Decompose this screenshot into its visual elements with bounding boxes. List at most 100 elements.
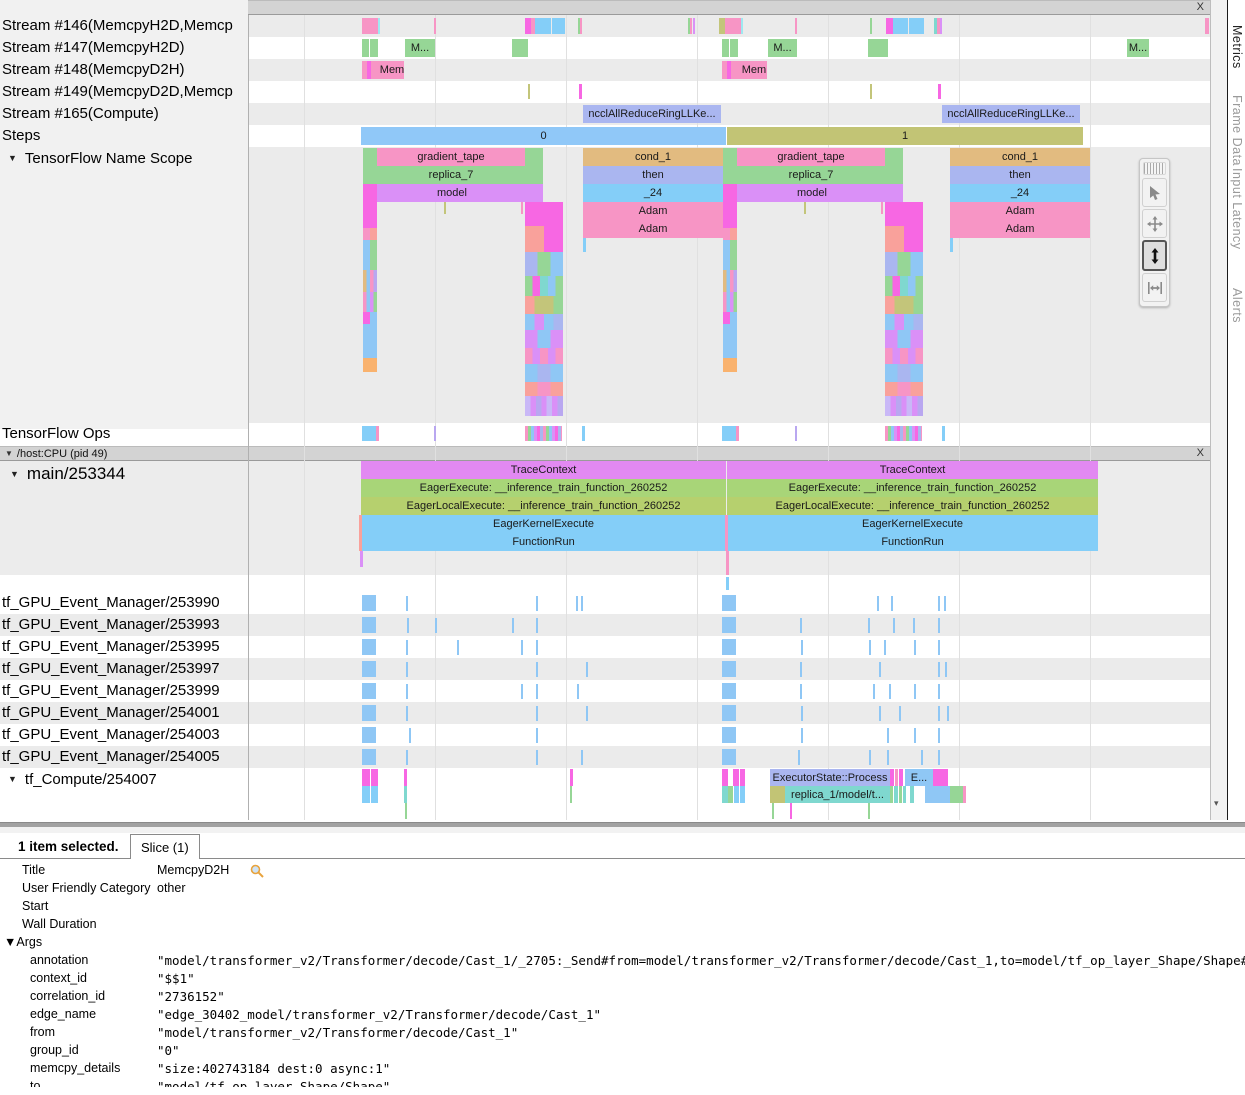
trace-event[interactable] <box>363 292 377 312</box>
trace-event[interactable] <box>885 252 923 276</box>
trace-event[interactable] <box>801 706 803 721</box>
trace-event[interactable] <box>378 18 380 34</box>
trace-event[interactable] <box>362 705 376 721</box>
trace-event[interactable] <box>722 769 728 786</box>
trace-event[interactable] <box>723 358 737 372</box>
trace-event[interactable] <box>801 640 803 655</box>
sidebar-tab-alerts[interactable]: Alerts <box>1230 288 1244 323</box>
trace-event[interactable] <box>536 618 538 633</box>
trace-event[interactable] <box>362 661 376 677</box>
trace-event[interactable] <box>885 348 923 364</box>
trace-event[interactable] <box>879 706 881 721</box>
trace-event[interactable] <box>371 769 378 786</box>
trace-event[interactable] <box>726 577 729 590</box>
trace-event[interactable] <box>899 706 901 721</box>
trace-event[interactable] <box>800 684 802 699</box>
trace-event--24[interactable]: _24 <box>950 184 1090 202</box>
trace-event[interactable] <box>536 728 538 743</box>
trace-event-cond-1[interactable]: cond_1 <box>950 148 1090 166</box>
trace-event[interactable] <box>885 330 923 348</box>
pan-tool-button[interactable] <box>1142 209 1167 238</box>
track-label-name-scope[interactable]: ▼TensorFlow Name Scope <box>2 150 246 170</box>
trace-event-then[interactable]: then <box>583 166 723 184</box>
trace-event[interactable] <box>870 84 872 99</box>
trace-event[interactable] <box>795 426 797 441</box>
trace-event[interactable] <box>885 314 923 330</box>
trace-event[interactable] <box>963 786 966 803</box>
trace-event-mem[interactable]: Mem <box>741 61 767 79</box>
sidebar-tab-frame-data[interactable]: Frame Data <box>1230 95 1244 166</box>
trace-event[interactable] <box>371 786 378 803</box>
trace-event[interactable] <box>360 551 363 567</box>
trace-event[interactable] <box>583 238 586 252</box>
trace-event[interactable] <box>362 769 370 786</box>
trace-event[interactable] <box>722 426 736 441</box>
trace-event[interactable] <box>363 166 377 184</box>
trace-event[interactable] <box>434 18 436 34</box>
trace-event[interactable] <box>525 382 563 396</box>
trace-event[interactable] <box>885 426 922 441</box>
trace-event[interactable] <box>722 639 736 655</box>
label-column-divider[interactable] <box>248 15 249 820</box>
trace-event[interactable] <box>885 202 923 226</box>
trace-event[interactable] <box>887 750 889 765</box>
trace-event[interactable] <box>899 769 903 786</box>
trace-event[interactable] <box>885 382 923 396</box>
trace-event[interactable] <box>359 515 362 551</box>
trace-event[interactable] <box>525 364 563 382</box>
scroll-down-icon[interactable]: ▾ <box>1214 798 1219 809</box>
trace-event[interactable] <box>909 18 924 34</box>
trace-event[interactable] <box>580 18 582 34</box>
trace-event[interactable] <box>570 769 573 786</box>
trace-event-replica-7[interactable]: replica_7 <box>377 166 525 184</box>
trace-event[interactable] <box>362 18 378 34</box>
trace-event[interactable] <box>1205 18 1209 34</box>
trace-event[interactable] <box>512 39 528 57</box>
trace-event[interactable] <box>887 728 889 743</box>
vertical-scroll-gutter[interactable]: ▾ <box>1211 0 1227 833</box>
trace-event[interactable] <box>944 596 946 611</box>
trace-event[interactable] <box>370 39 378 57</box>
trace-event[interactable] <box>722 661 736 677</box>
trace-event[interactable] <box>945 662 947 677</box>
trace-event[interactable] <box>363 184 377 202</box>
trace-event-m-[interactable]: M... <box>1127 39 1149 57</box>
trace-event-model[interactable]: model <box>377 184 527 202</box>
trace-event[interactable] <box>525 202 563 226</box>
trace-event-m-[interactable]: M... <box>768 39 797 57</box>
trace-event[interactable] <box>409 728 411 743</box>
trace-event[interactable] <box>868 39 888 57</box>
trace-event[interactable] <box>363 270 377 292</box>
trace-event[interactable] <box>525 348 563 364</box>
trace-event-then[interactable]: then <box>950 166 1090 184</box>
panel-splitter[interactable] <box>0 820 1245 833</box>
trace-event[interactable] <box>371 61 380 79</box>
trace-event-eagerkernelexecute[interactable]: EagerKernelExecute <box>361 515 726 533</box>
trace-event[interactable] <box>731 61 741 79</box>
trace-event-eagerexecute-inference-train-function-260252[interactable]: EagerExecute: __inference_train_function… <box>727 479 1098 497</box>
magnifier-icon[interactable] <box>250 864 264 878</box>
trace-event[interactable] <box>435 618 437 633</box>
trace-event[interactable] <box>790 803 792 819</box>
trace-event[interactable] <box>950 238 953 252</box>
trace-event[interactable] <box>722 39 729 57</box>
trace-event-mem[interactable]: Mem <box>380 61 404 79</box>
trace-event-tracecontext[interactable]: TraceContext <box>727 461 1098 479</box>
trace-event[interactable] <box>723 312 737 324</box>
trace-event[interactable] <box>362 639 376 655</box>
trace-event[interactable] <box>868 618 870 633</box>
trace-event[interactable] <box>879 662 881 677</box>
collapse-arrow-icon[interactable]: ▼ <box>8 774 17 784</box>
trace-event[interactable] <box>723 166 737 184</box>
trace-event[interactable] <box>525 330 563 348</box>
trace-event[interactable] <box>736 426 739 441</box>
trace-event[interactable] <box>723 292 737 312</box>
trace-event[interactable] <box>536 596 538 611</box>
trace-event[interactable] <box>895 769 898 786</box>
trace-event[interactable] <box>525 426 562 441</box>
trace-event[interactable] <box>579 84 582 99</box>
trace-event[interactable] <box>741 18 743 34</box>
trace-event-e-[interactable]: E... <box>905 769 933 786</box>
trace-event[interactable] <box>885 276 923 296</box>
collapse-arrow-icon[interactable]: ▼ <box>10 469 19 479</box>
